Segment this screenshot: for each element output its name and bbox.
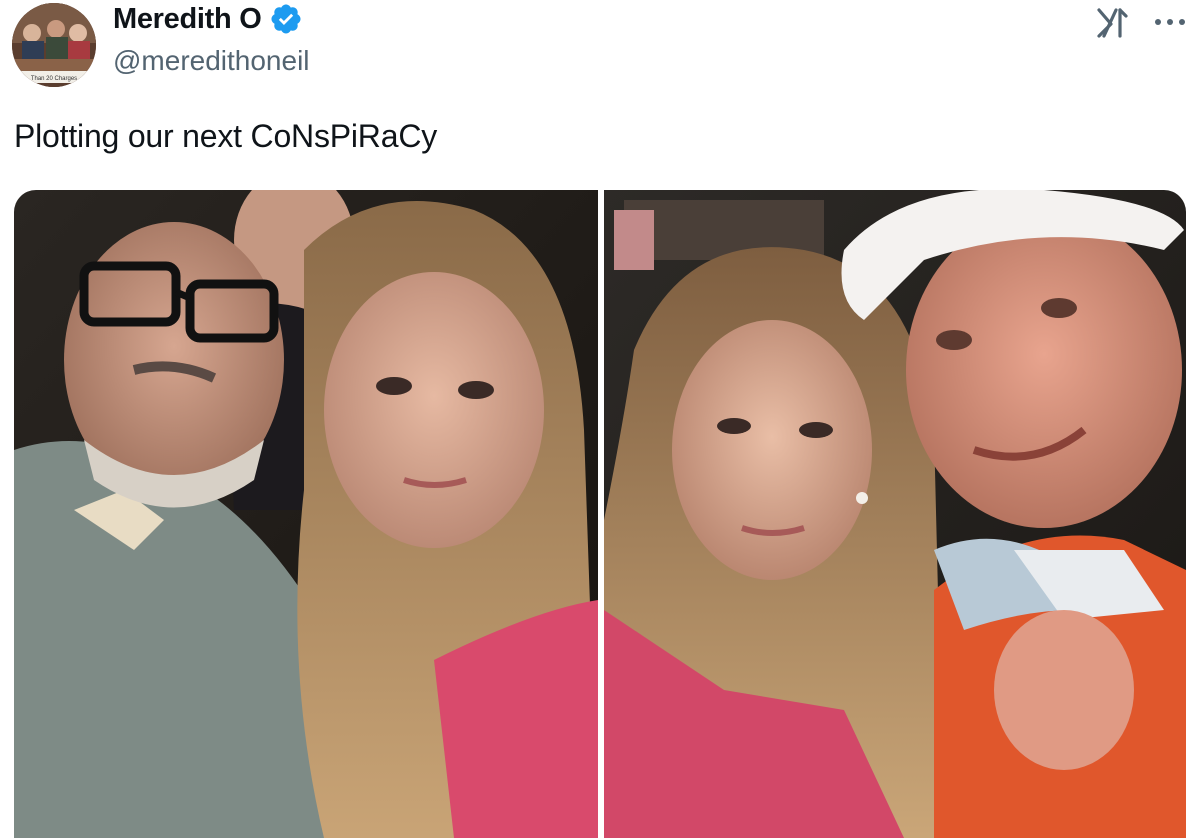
tweet-photo-1[interactable] — [14, 190, 598, 838]
tweet-photo-2[interactable] — [604, 190, 1186, 838]
author-display-name[interactable]: Meredith O — [113, 3, 262, 36]
verified-badge-icon — [269, 2, 303, 36]
author-handle[interactable]: @meredithoneil — [113, 45, 310, 77]
tweet-media-grid — [14, 190, 1186, 838]
tweet-card[interactable]: Than 20 Charges Meredith O @meredithonei… — [0, 0, 1200, 838]
tweet-text: Plotting our next CoNsPiRaCy — [14, 118, 438, 154]
x-grok-icon[interactable] — [1096, 6, 1130, 40]
avatar-banner-text: Than 20 Charges — [31, 76, 77, 82]
author-avatar[interactable]: Than 20 Charges — [12, 3, 96, 87]
more-icon[interactable] — [1150, 2, 1190, 42]
author-name[interactable]: Meredith O — [113, 2, 303, 36]
